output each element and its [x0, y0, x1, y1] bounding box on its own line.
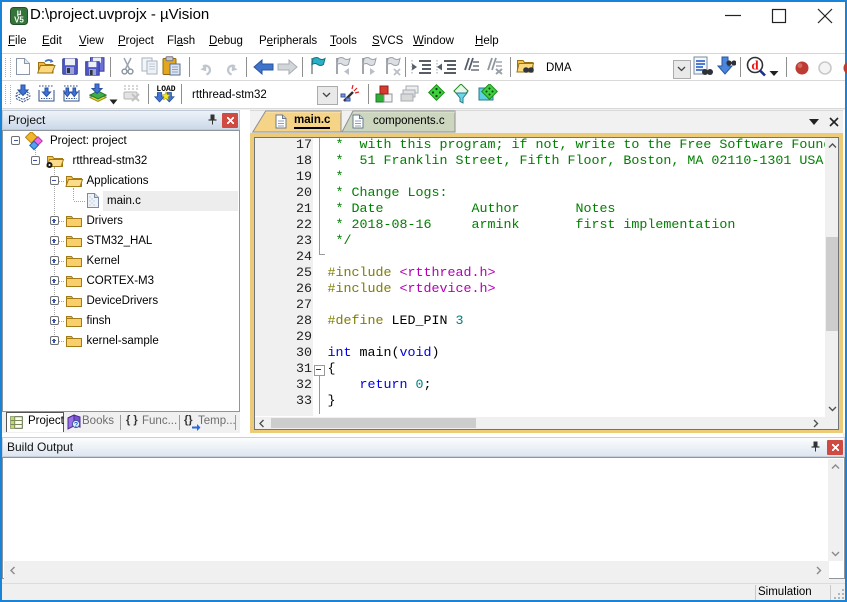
- svg-text:V5: V5: [14, 16, 24, 25]
- svg-text:d: d: [751, 58, 759, 73]
- svg-text:?: ?: [74, 422, 78, 429]
